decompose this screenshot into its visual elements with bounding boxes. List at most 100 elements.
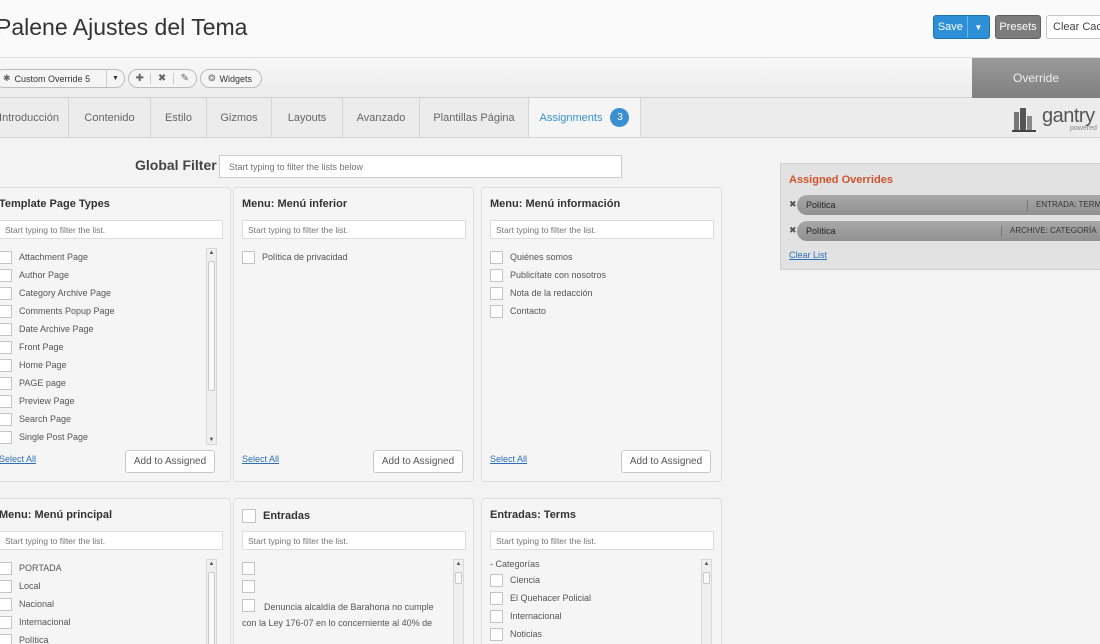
list-scrollbar[interactable]: ▲ bbox=[701, 559, 712, 644]
panel-filter-input[interactable] bbox=[0, 220, 223, 239]
list-item[interactable]: Quiénes somos bbox=[490, 248, 606, 266]
select-all-checkbox[interactable] bbox=[242, 509, 256, 523]
scrollbar-thumb[interactable] bbox=[208, 572, 215, 644]
list-item[interactable]: Nota de la redacción bbox=[490, 284, 606, 302]
list-scrollbar[interactable]: ▲ bbox=[453, 559, 464, 644]
checkbox[interactable] bbox=[0, 358, 12, 372]
save-dropdown-chevron-icon[interactable]: ▼ bbox=[966, 16, 989, 38]
tab-layouts[interactable]: Layouts bbox=[272, 98, 343, 137]
checkbox[interactable] bbox=[490, 286, 503, 300]
checkbox[interactable] bbox=[242, 579, 255, 593]
checkbox[interactable] bbox=[242, 561, 255, 575]
clear-list-link[interactable]: Clear List bbox=[789, 250, 827, 260]
checkbox[interactable] bbox=[0, 286, 12, 300]
scroll-down-icon[interactable]: ▼ bbox=[207, 437, 216, 443]
list-item[interactable]: Category Archive Page bbox=[0, 284, 115, 302]
checkbox[interactable] bbox=[490, 609, 503, 623]
chevron-down-icon[interactable]: ▼ bbox=[106, 70, 124, 87]
list-item[interactable]: Comments Popup Page bbox=[0, 302, 115, 320]
list-item[interactable]: Denuncia alcaldía de Barahona no cumple … bbox=[242, 599, 442, 629]
checkbox[interactable] bbox=[0, 412, 12, 426]
list-item[interactable]: El Quehacer Policial bbox=[490, 589, 591, 607]
add-icon[interactable]: ✚ bbox=[129, 73, 152, 84]
checkbox[interactable] bbox=[490, 250, 503, 264]
list-item[interactable] bbox=[242, 577, 442, 595]
list-item[interactable]: Política bbox=[0, 631, 71, 644]
list-item[interactable]: Home Page bbox=[0, 356, 115, 374]
list-item[interactable]: Date Archive Page bbox=[0, 320, 115, 338]
tab-contenido[interactable]: Contenido bbox=[69, 98, 151, 137]
list-item[interactable]: Preview Page bbox=[0, 392, 115, 410]
remove-icon[interactable]: ✖ bbox=[789, 199, 797, 210]
scrollbar-thumb[interactable] bbox=[703, 572, 710, 584]
scrollbar-thumb[interactable] bbox=[208, 261, 215, 391]
checkbox[interactable] bbox=[490, 268, 503, 282]
list-item[interactable]: Local bbox=[0, 577, 71, 595]
presets-button[interactable]: Presets bbox=[995, 15, 1041, 39]
checkbox[interactable] bbox=[0, 394, 12, 408]
save-button[interactable]: Save ▼ bbox=[933, 15, 990, 39]
tab-assignments[interactable]: Assignments 3 bbox=[529, 98, 641, 137]
select-all-link[interactable]: Select All bbox=[490, 454, 527, 464]
checkbox[interactable] bbox=[0, 250, 12, 264]
list-item[interactable]: Search Page bbox=[0, 410, 115, 428]
edit-icon[interactable]: ✎ bbox=[174, 73, 196, 84]
tab-estilo[interactable]: Estilo bbox=[151, 98, 207, 137]
list-item[interactable]: Internacional bbox=[0, 613, 71, 631]
checkbox[interactable] bbox=[0, 430, 12, 444]
delete-icon[interactable]: ✖ bbox=[151, 73, 174, 84]
checkbox[interactable] bbox=[0, 633, 12, 644]
add-to-assigned-button[interactable]: Add to Assigned bbox=[125, 450, 215, 473]
scroll-up-icon[interactable]: ▲ bbox=[207, 561, 216, 567]
list-item[interactable]: Author Page bbox=[0, 266, 115, 284]
checkbox[interactable] bbox=[490, 573, 503, 587]
checkbox[interactable] bbox=[0, 561, 12, 575]
checkbox[interactable] bbox=[0, 579, 12, 593]
panel-filter-input[interactable] bbox=[490, 220, 714, 239]
checkbox[interactable] bbox=[242, 250, 255, 264]
panel-filter-input[interactable] bbox=[242, 220, 466, 239]
list-scrollbar[interactable]: ▲ ▼ bbox=[206, 248, 217, 445]
checkbox[interactable] bbox=[490, 304, 503, 318]
panel-filter-input[interactable] bbox=[0, 531, 223, 550]
checkbox[interactable] bbox=[0, 376, 12, 390]
select-all-link[interactable]: Select All bbox=[0, 454, 36, 464]
add-to-assigned-button[interactable]: Add to Assigned bbox=[621, 450, 711, 473]
widgets-button[interactable]: ❂ Widgets bbox=[200, 69, 262, 88]
remove-icon[interactable]: ✖ bbox=[789, 225, 797, 236]
list-item[interactable]: Single Post Page bbox=[0, 428, 115, 446]
scroll-up-icon[interactable]: ▲ bbox=[207, 250, 216, 256]
list-item[interactable]: Política de privacidad bbox=[242, 248, 348, 266]
tab-avanzado[interactable]: Avanzado bbox=[343, 98, 420, 137]
list-scrollbar[interactable]: ▲ bbox=[206, 559, 217, 644]
checkbox[interactable] bbox=[0, 615, 12, 629]
checkbox[interactable] bbox=[0, 304, 12, 318]
panel-filter-input[interactable] bbox=[242, 531, 466, 550]
global-filter-input[interactable] bbox=[219, 155, 622, 178]
checkbox[interactable] bbox=[0, 340, 12, 354]
scroll-up-icon[interactable]: ▲ bbox=[702, 561, 711, 567]
scrollbar-thumb[interactable] bbox=[455, 572, 462, 584]
tab-gizmos[interactable]: Gizmos bbox=[207, 98, 272, 137]
add-to-assigned-button[interactable]: Add to Assigned bbox=[373, 450, 463, 473]
list-item[interactable]: Internacional bbox=[490, 607, 591, 625]
list-item[interactable]: Nacional bbox=[0, 595, 71, 613]
list-item[interactable]: PORTADA bbox=[0, 559, 71, 577]
override-selector[interactable]: ✱ Custom Override 5 ▼ bbox=[0, 69, 125, 88]
list-item[interactable] bbox=[242, 559, 442, 577]
select-all-link[interactable]: Select All bbox=[242, 454, 279, 464]
checkbox[interactable] bbox=[0, 322, 12, 336]
list-item[interactable]: Noticias bbox=[490, 625, 591, 643]
list-item[interactable]: Attachment Page bbox=[0, 248, 115, 266]
scroll-up-icon[interactable]: ▲ bbox=[454, 561, 463, 567]
list-item[interactable]: Contacto bbox=[490, 302, 606, 320]
tab-plantillas-pagina[interactable]: Plantillas Página bbox=[420, 98, 529, 137]
list-item[interactable]: PAGE page bbox=[0, 374, 115, 392]
tab-introduccion[interactable]: Introducción bbox=[0, 98, 69, 137]
list-item[interactable]: Front Page bbox=[0, 338, 115, 356]
clear-cache-button[interactable]: Clear Cache bbox=[1046, 15, 1100, 39]
checkbox[interactable] bbox=[0, 268, 12, 282]
checkbox[interactable] bbox=[490, 591, 503, 605]
panel-filter-input[interactable] bbox=[490, 531, 714, 550]
list-item[interactable]: Publicítate con nosotros bbox=[490, 266, 606, 284]
